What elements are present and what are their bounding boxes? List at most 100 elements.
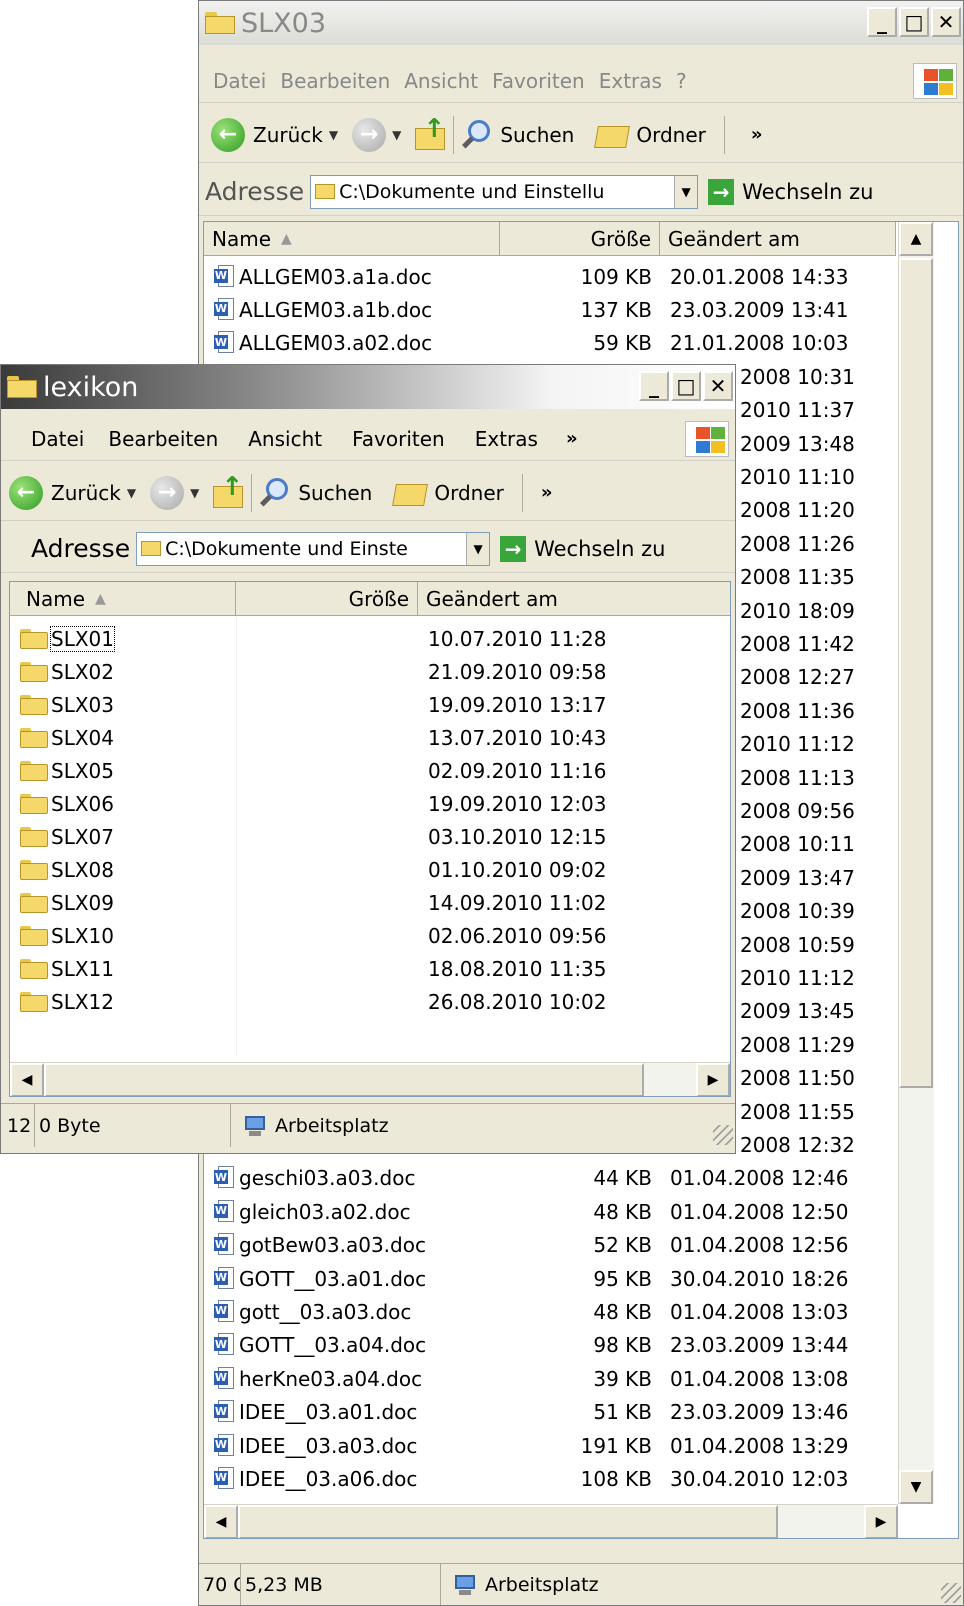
resize-grip[interactable]: [941, 1583, 961, 1603]
address-input[interactable]: C:\Dokumente und Einste ▼: [136, 531, 491, 566]
go-arrow-icon[interactable]: →: [708, 178, 735, 205]
toolbar-overflow-chevron[interactable]: »: [541, 482, 553, 503]
hscroll-thumb[interactable]: [44, 1063, 644, 1096]
resize-grip[interactable]: [713, 1125, 733, 1145]
list-item[interactable]: gott__03.a03.doc 48 KB 01.04.2008 13:03: [204, 1295, 896, 1328]
folder-icon: [20, 694, 48, 715]
menu-ansicht[interactable]: Ansicht: [404, 69, 478, 93]
list-item[interactable]: gleich03.a02.doc 48 KB 01.04.2008 12:50: [204, 1195, 896, 1228]
folder-list-item[interactable]: SLX05 02.09.2010 11:16: [10, 754, 730, 787]
column-name[interactable]: Name ▲: [204, 222, 500, 255]
folder-list-item[interactable]: SLX02 21.09.2010 09:58: [10, 655, 730, 688]
title-bar[interactable]: lexikon _ □ ✕: [1, 365, 735, 409]
address-dropdown-icon[interactable]: ▼: [674, 175, 698, 208]
forward-dropdown-icon[interactable]: ▼: [190, 486, 199, 500]
back-arrow-icon[interactable]: ←: [211, 117, 245, 152]
folders-button-label[interactable]: Ordner: [434, 481, 504, 505]
menu-bearbeiten[interactable]: Bearbeiten: [108, 427, 218, 451]
close-button[interactable]: ✕: [703, 371, 733, 401]
go-arrow-icon[interactable]: →: [500, 535, 527, 562]
maximize-button[interactable]: □: [671, 371, 701, 401]
scroll-left-button[interactable]: ◀: [10, 1063, 44, 1096]
folders-icon[interactable]: [394, 480, 426, 506]
list-item[interactable]: herKne03.a04.doc 39 KB 01.04.2008 13:08: [204, 1362, 896, 1395]
folder-list-item[interactable]: SLX07 03.10.2010 12:15: [10, 820, 730, 853]
list-item[interactable]: GOTT__03.a01.doc 95 KB 30.04.2010 18:26: [204, 1262, 896, 1295]
folder-list-item[interactable]: SLX04 13.07.2010 10:43: [10, 721, 730, 754]
back-dropdown-icon[interactable]: ▼: [329, 128, 338, 142]
forward-arrow-icon[interactable]: →: [352, 117, 387, 152]
horizontal-scrollbar[interactable]: ◀ ▶: [10, 1062, 730, 1096]
forward-dropdown-icon[interactable]: ▼: [392, 128, 401, 142]
scrollbar-thumb[interactable]: [899, 258, 933, 1088]
folder-list-item[interactable]: SLX01 10.07.2010 11:28: [10, 622, 730, 655]
file-name: IDEE__03.a03.doc: [239, 1433, 418, 1458]
address-dropdown-icon[interactable]: ▼: [466, 532, 490, 565]
menu-overflow-chevron[interactable]: »: [566, 428, 578, 449]
go-button-label[interactable]: Wechseln zu: [742, 180, 873, 204]
folder-up-icon[interactable]: [213, 472, 244, 508]
search-icon[interactable]: [462, 119, 492, 150]
address-input[interactable]: C:\Dokumente und Einstellu ▼: [310, 174, 699, 209]
folder-list-item[interactable]: SLX06 19.09.2010 12:03: [10, 787, 730, 820]
menu-extras[interactable]: Extras: [475, 427, 538, 451]
search-button-label[interactable]: Suchen: [298, 481, 372, 505]
menu-favoriten[interactable]: Favoriten: [352, 427, 445, 451]
column-size[interactable]: Größe: [500, 222, 660, 255]
folder-up-icon[interactable]: [415, 114, 446, 150]
folders-icon[interactable]: [596, 122, 628, 148]
maximize-button[interactable]: □: [899, 7, 929, 37]
go-button-label[interactable]: Wechseln zu: [534, 537, 665, 561]
list-item[interactable]: IDEE__03.a03.doc 191 KB 01.04.2008 13:29: [204, 1429, 896, 1462]
menu-help[interactable]: ?: [676, 69, 687, 93]
back-dropdown-icon[interactable]: ▼: [127, 486, 136, 500]
folder-list-item[interactable]: SLX03 19.09.2010 13:17: [10, 688, 730, 721]
vertical-scrollbar[interactable]: ▲ ▼: [898, 222, 934, 1504]
folder-list-item[interactable]: SLX11 18.08.2010 11:35: [10, 952, 730, 985]
search-icon[interactable]: [260, 477, 290, 508]
menu-datei[interactable]: Datei: [213, 69, 266, 93]
folder-list-item[interactable]: SLX10 02.06.2010 09:56: [10, 919, 730, 952]
list-item[interactable]: ALLGEM03.a1a.doc 109 KB 20.01.2008 14:33: [204, 260, 896, 293]
column-name[interactable]: Name ▲: [10, 582, 236, 615]
back-button-label[interactable]: Zurück: [51, 481, 121, 505]
back-arrow-icon[interactable]: ←: [9, 475, 43, 510]
list-item[interactable]: IDEE__03.a06.doc 108 KB 30.04.2010 12:03: [204, 1462, 896, 1495]
minimize-button[interactable]: _: [867, 7, 897, 37]
horizontal-scrollbar[interactable]: ◀ ▶: [204, 1504, 898, 1538]
minimize-button[interactable]: _: [639, 371, 669, 401]
list-item[interactable]: ALLGEM03.a1b.doc 137 KB 23.03.2009 13:41: [204, 293, 896, 326]
menu-datei[interactable]: Datei: [31, 427, 84, 451]
scroll-right-button[interactable]: ▶: [864, 1505, 898, 1538]
menu-extras[interactable]: Extras: [599, 69, 662, 93]
list-item[interactable]: IDEE__03.a01.doc 51 KB 23.03.2009 13:46: [204, 1396, 896, 1429]
column-size[interactable]: Größe: [236, 582, 418, 615]
folder-list-item[interactable]: SLX09 14.09.2010 11:02: [10, 886, 730, 919]
window-lexikon[interactable]: lexikon _ □ ✕ Datei Bearbeiten Ansicht F…: [0, 364, 736, 1154]
folder-list-item[interactable]: SLX12 26.08.2010 10:02: [10, 985, 730, 1018]
folder-list[interactable]: Name ▲ Größe Geändert am SLX01 10.07.2010 …: [9, 581, 731, 1097]
scroll-left-button[interactable]: ◀: [204, 1505, 238, 1538]
column-modified[interactable]: Geändert am: [418, 582, 730, 615]
title-bar[interactable]: SLX03 _ □ ✕: [199, 1, 963, 45]
scroll-down-button[interactable]: ▼: [899, 1470, 933, 1504]
menu-ansicht[interactable]: Ansicht: [248, 427, 322, 451]
list-item[interactable]: gotBew03.a03.doc 52 KB 01.04.2008 12:56: [204, 1229, 896, 1262]
forward-arrow-icon[interactable]: →: [150, 475, 185, 510]
folders-button-label[interactable]: Ordner: [636, 123, 706, 147]
list-item[interactable]: ALLGEM03.a02.doc 59 KB 21.01.2008 10:03: [204, 327, 896, 360]
list-item[interactable]: geschi03.a03.doc 44 KB 01.04.2008 12:46: [204, 1162, 896, 1195]
scroll-up-button[interactable]: ▲: [899, 222, 933, 256]
menu-favoriten[interactable]: Favoriten: [492, 69, 585, 93]
file-name: gott__03.a03.doc: [239, 1299, 412, 1324]
close-button[interactable]: ✕: [931, 7, 961, 37]
menu-bearbeiten[interactable]: Bearbeiten: [280, 69, 390, 93]
hscroll-thumb[interactable]: [238, 1505, 778, 1538]
search-button-label[interactable]: Suchen: [500, 123, 574, 147]
list-item[interactable]: GOTT__03.a04.doc 98 KB 23.03.2009 13:44: [204, 1329, 896, 1362]
toolbar-overflow-chevron[interactable]: »: [751, 124, 763, 145]
back-button-label[interactable]: Zurück: [253, 123, 323, 147]
column-modified[interactable]: Geändert am: [660, 222, 896, 255]
folder-list-item[interactable]: SLX08 01.10.2010 09:02: [10, 853, 730, 886]
scroll-right-button[interactable]: ▶: [696, 1063, 730, 1096]
